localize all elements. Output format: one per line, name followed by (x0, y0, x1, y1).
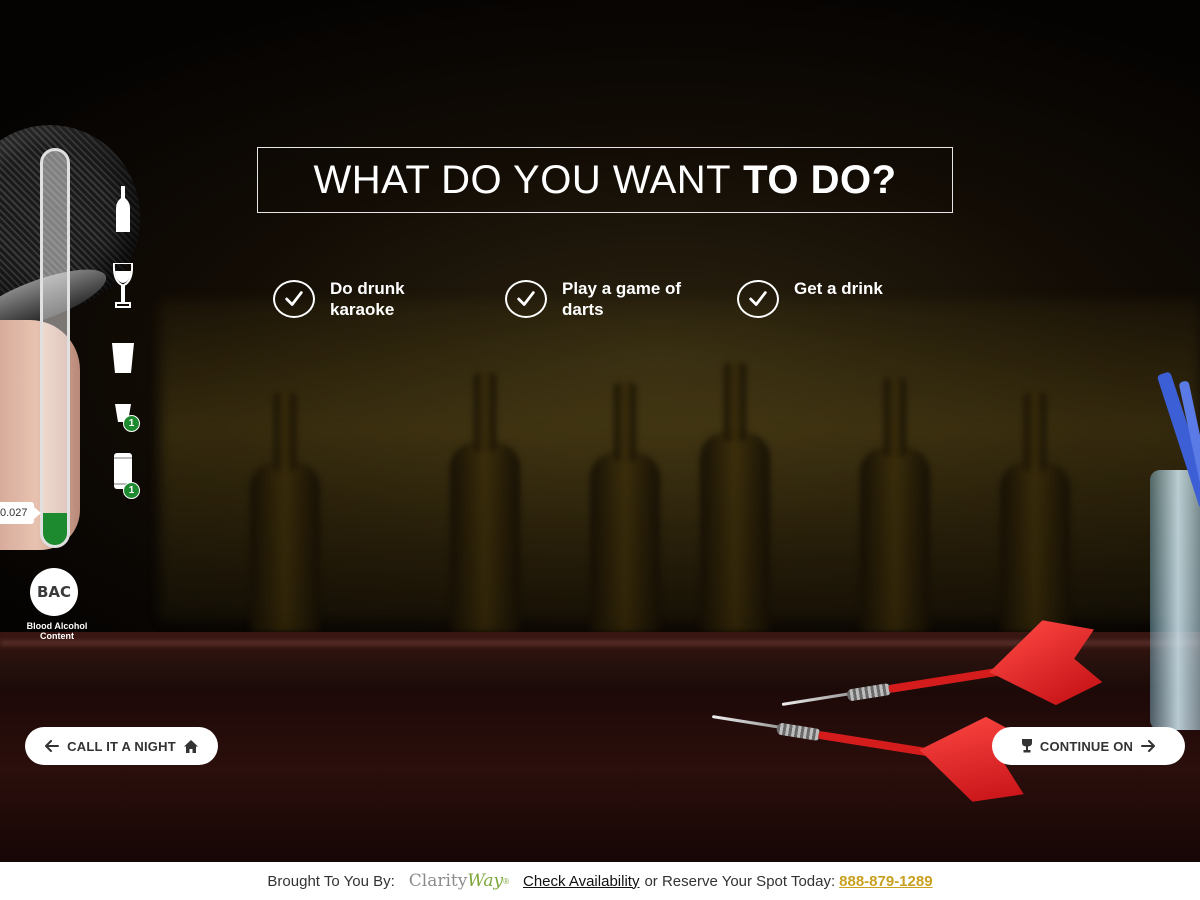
arrow-left-icon (45, 740, 60, 752)
footer-bar: Brought To You By: Clarity Way ® Check A… (0, 862, 1200, 900)
clarity-way-logo[interactable]: Clarity Way ® (409, 871, 509, 891)
can-count-badge: 1 (123, 482, 140, 499)
call-it-a-night-button[interactable]: CALL IT A NIGHT (25, 727, 218, 765)
background-bottle (590, 382, 660, 632)
wine-glass-icon (109, 263, 137, 309)
bac-label-circle: BAC (30, 568, 78, 616)
bar-counter-face (0, 692, 1200, 862)
logo-clarity: Clarity (408, 871, 468, 891)
background-bottle (860, 377, 930, 632)
bac-caption: Blood Alcohol Content (26, 621, 88, 641)
checkmark-circle-icon (737, 280, 779, 318)
background-bottle (700, 362, 770, 632)
cocktail-glass-image (1150, 470, 1200, 730)
checkmark-circle-icon (505, 280, 547, 318)
option-label: Play a game of darts (562, 279, 682, 319)
continue-on-label: CONTINUE ON (1039, 738, 1134, 754)
title-normal: WHAT DO YOU WANT (313, 157, 732, 202)
option-label: Get a drink (794, 279, 883, 298)
reserve-text: or Reserve Your Spot Today: (644, 872, 836, 890)
cocktail-icon (1021, 739, 1032, 753)
page-title: WHAT DO YOU WANT TO DO? (257, 147, 953, 213)
pint-glass-icon (109, 343, 137, 373)
logo-way: Way (467, 871, 504, 891)
arrow-right-icon (1141, 740, 1156, 752)
option-karaoke[interactable]: Do drunk karaoke (273, 278, 470, 320)
bac-value-pointer: 0.027 (0, 502, 40, 524)
background-bottle (250, 392, 320, 632)
background-bottle (1000, 392, 1070, 632)
continue-on-button[interactable]: CONTINUE ON (992, 727, 1185, 765)
call-it-a-night-label: CALL IT A NIGHT (67, 738, 176, 754)
background-bottle (450, 372, 520, 632)
liquor-bottle-icon (109, 186, 137, 232)
phone-link[interactable]: 888-879-1289 (839, 873, 932, 890)
brought-by-text: Brought To You By: (267, 872, 395, 890)
shot-count-badge: 1 (123, 415, 140, 432)
option-label: Do drunk karaoke (330, 279, 405, 319)
bac-meter-fill (43, 513, 67, 545)
check-availability-link[interactable]: Check Availability (523, 873, 639, 890)
bac-meter-tube (40, 148, 70, 548)
option-darts[interactable]: Play a game of darts (505, 278, 702, 320)
checkmark-circle-icon (273, 280, 315, 318)
home-icon (183, 739, 198, 753)
logo-registered-mark: ® (503, 876, 509, 886)
option-drink[interactable]: Get a drink (737, 278, 934, 318)
title-bold: TO DO? (743, 157, 897, 202)
